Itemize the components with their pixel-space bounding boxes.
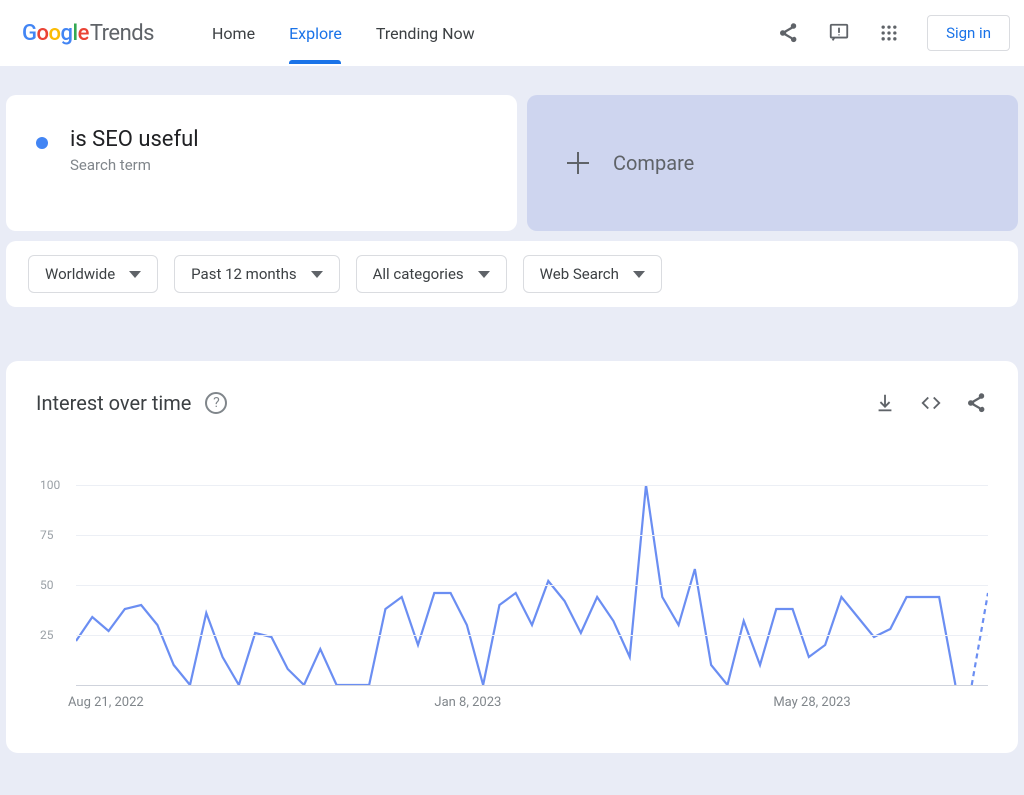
filter-geo[interactable]: Worldwide — [28, 255, 158, 293]
header-actions: Sign in — [777, 15, 1010, 51]
search-term-subtitle: Search term — [70, 156, 199, 174]
share-chart-icon[interactable] — [966, 392, 988, 414]
chart-area: 255075100 Aug 21, 2022Jan 8, 2023May 28,… — [36, 485, 988, 713]
chart-grid: 255075100 — [40, 485, 988, 685]
chart-y-tick: 100 — [40, 478, 60, 492]
filter-search-type[interactable]: Web Search — [523, 255, 662, 293]
chart-x-axis: Aug 21, 2022Jan 8, 2023May 28, 2023 — [72, 695, 988, 713]
chart-y-tick: 50 — [40, 578, 54, 592]
chart-y-tick: 25 — [40, 628, 54, 642]
chart-y-tick: 75 — [40, 528, 54, 542]
filter-geo-label: Worldwide — [45, 265, 115, 283]
chevron-down-icon — [633, 271, 645, 278]
chart-x-tick: Jan 8, 2023 — [434, 695, 501, 710]
embed-icon[interactable] — [920, 392, 942, 414]
download-icon[interactable] — [874, 392, 896, 414]
app-header: Google Trends Home Explore Trending Now … — [0, 0, 1024, 67]
help-icon[interactable]: ? — [205, 392, 227, 414]
filter-timeframe-label: Past 12 months — [191, 265, 296, 283]
interest-over-time-panel: Interest over time ? 25 50 75 100 Aug 21, 2… — [6, 361, 1018, 753]
nav-home[interactable]: Home — [212, 4, 255, 63]
nav-trending-now[interactable]: Trending Now — [376, 4, 475, 63]
share-icon[interactable] — [777, 21, 801, 45]
chart-x-tick: May 28, 2023 — [773, 695, 850, 710]
nav-explore[interactable]: Explore — [289, 4, 342, 63]
plus-icon — [567, 152, 589, 174]
chart-header: Interest over time ? — [36, 391, 988, 415]
logo-trends: Trends — [90, 21, 154, 46]
chevron-down-icon — [129, 271, 141, 278]
apps-grid-icon[interactable] — [877, 21, 901, 45]
logo[interactable]: Google Trends — [22, 21, 154, 46]
feedback-icon[interactable] — [827, 21, 851, 45]
compare-row: is SEO useful Search term Compare — [0, 67, 1024, 231]
add-compare-card[interactable]: Compare — [527, 95, 1018, 231]
chart-tools — [874, 392, 988, 414]
chevron-down-icon — [478, 271, 490, 278]
search-term-title: is SEO useful — [70, 127, 199, 152]
chevron-down-icon — [311, 271, 323, 278]
chart-x-tick: Aug 21, 2022 — [68, 695, 144, 710]
series-color-dot — [36, 137, 48, 149]
logo-google: Google — [22, 21, 89, 46]
filter-category-label: All categories — [373, 265, 464, 283]
main-nav: Home Explore Trending Now — [212, 4, 475, 63]
compare-label: Compare — [613, 151, 694, 175]
search-term-card[interactable]: is SEO useful Search term — [6, 95, 517, 231]
filters-bar: Worldwide Past 12 months All categories … — [6, 241, 1018, 307]
filter-category[interactable]: All categories — [356, 255, 507, 293]
filter-type-label: Web Search — [540, 265, 619, 283]
chart-title: Interest over time — [36, 391, 191, 415]
signin-button[interactable]: Sign in — [927, 15, 1010, 51]
filter-timeframe[interactable]: Past 12 months — [174, 255, 339, 293]
